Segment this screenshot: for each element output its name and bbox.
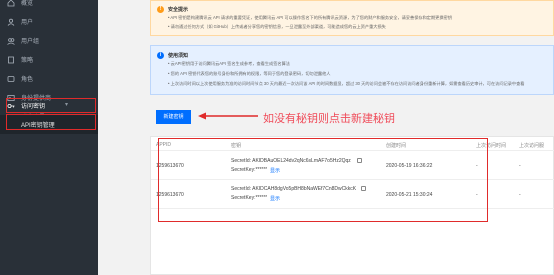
highlight-box-access-keys <box>6 98 96 113</box>
document-icon <box>7 56 15 64</box>
user-icon <box>7 18 15 26</box>
row-last-service: - <box>519 192 521 198</box>
highlight-box-table <box>158 138 488 222</box>
sidebar: 概览 用户 用户组 策略 角色 身份提供商 联合账号 ▾ 访问密钥 ▾ API密… <box>0 0 98 275</box>
sidebar-item-label: 用户 <box>21 20 34 26</box>
sidebar-item-label: 策略 <box>21 58 34 64</box>
annotation-arrow-icon <box>198 112 258 120</box>
info-line: • 上次访问时间以上次使用服务为准的访问时间节点 30 天内最近一次访问该 AP… <box>168 81 525 86</box>
sidebar-item-policies[interactable]: 策略 <box>0 50 98 69</box>
security-warning-notice: ! 安全提示 • API 密钥是构建腾讯云 API 请求的重要凭证，使用腾讯云 … <box>150 0 554 36</box>
sidebar-item-user-groups[interactable]: 用户组 <box>0 31 98 50</box>
warning-icon: ! <box>157 6 164 13</box>
info-line: • 您的 API 密钥代表您的账号身份和所拥有的权限，等同于您的登录密码，切勿泄… <box>168 71 331 76</box>
home-icon <box>7 0 15 7</box>
table-header-last-service: 上次访问服 <box>519 143 545 149</box>
users-icon <box>7 37 15 45</box>
row-last-service: - <box>519 163 521 169</box>
sidebar-item-overview[interactable]: 概览 <box>0 0 98 12</box>
info-title: 使用须知 <box>168 53 189 59</box>
sidebar-item-label: 角色 <box>21 77 34 83</box>
sidebar-item-roles[interactable]: 角色 <box>0 69 98 88</box>
warning-line: • 请勿通过任何方式（如 GitHub）上传或者分享您的密钥信息，一旦泄露至外部… <box>168 24 386 29</box>
warning-line: • API 密钥是构建腾讯云 API 请求的重要凭证，使用腾讯云 API 可以操… <box>168 15 452 20</box>
sidebar-item-label: 概览 <box>21 1 34 7</box>
main-content: ! 安全提示 • API 密钥是构建腾讯云 API 请求的重要凭证，使用腾讯云 … <box>98 0 554 275</box>
info-line: • 云API密钥用于访问腾讯云API 签名生成参考，查看生成签名算法 <box>168 61 290 66</box>
info-icon: i <box>157 52 164 59</box>
create-key-button[interactable]: 新建密钥 <box>156 110 191 124</box>
annotation-text: 如没有秘钥则点击新建秘钥 <box>263 113 395 125</box>
warning-title: 安全提示 <box>168 7 189 13</box>
highlight-box-api-key-management <box>6 114 96 130</box>
sidebar-item-label: 用户组 <box>21 39 40 45</box>
sidebar-item-users[interactable]: 用户 <box>0 12 98 31</box>
usage-info-notice: i 使用须知 • 云API密钥用于访问腾讯云API 签名生成参考，查看生成签名算… <box>150 45 554 95</box>
role-icon <box>7 75 15 83</box>
